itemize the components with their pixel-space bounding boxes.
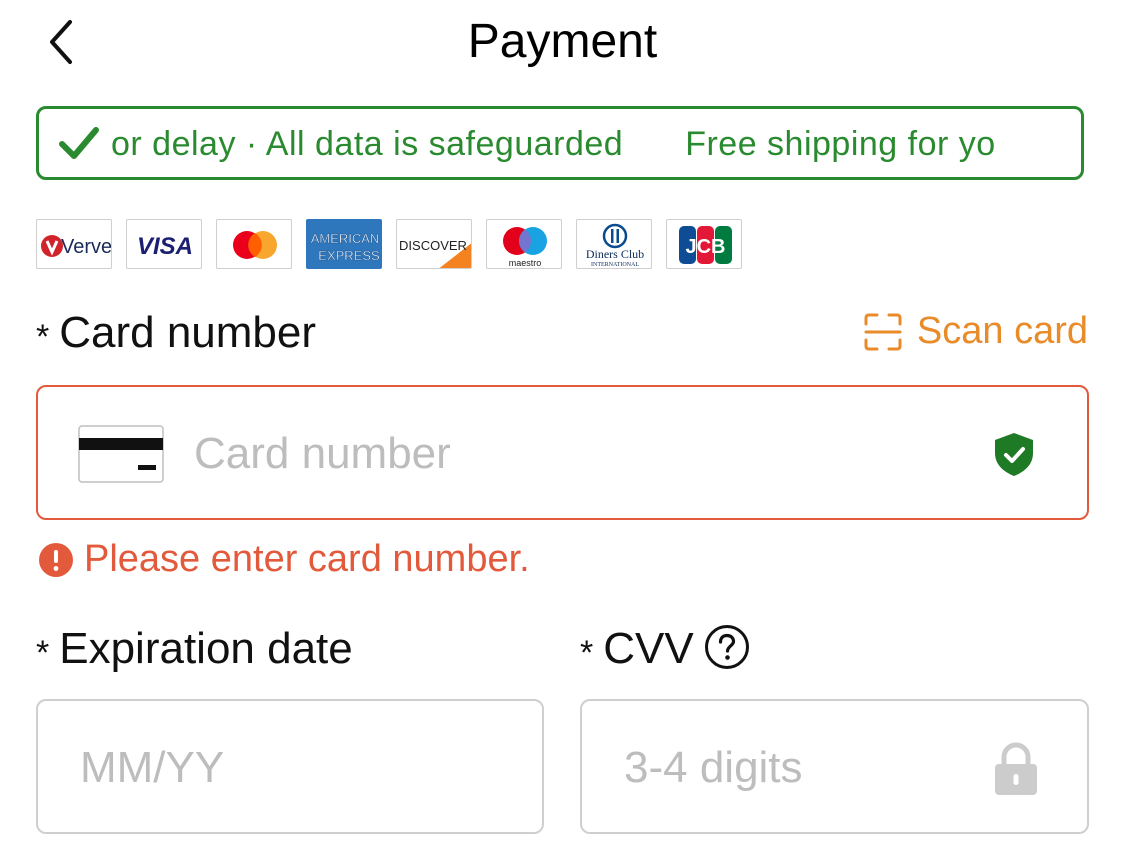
amex-logo: AMERICAN EXPRESS bbox=[306, 219, 382, 269]
verve-logo: Verve bbox=[36, 219, 112, 269]
card-number-input[interactable]: Card number bbox=[36, 385, 1089, 520]
error-message: Please enter card number. bbox=[84, 538, 530, 580]
required-mark: * bbox=[36, 317, 50, 356]
mastercard-logo bbox=[216, 219, 292, 269]
svg-text:VISA: VISA bbox=[137, 233, 193, 260]
discover-logo: DISCOVER bbox=[396, 219, 472, 269]
svg-text:INTERNATIONAL: INTERNATIONAL bbox=[591, 262, 639, 268]
diners-club-logo: Diners Club INTERNATIONAL bbox=[576, 219, 652, 269]
card-number-label: Card number bbox=[59, 308, 317, 357]
exclamation-circle-icon bbox=[39, 542, 73, 577]
expiration-placeholder: MM/YY bbox=[80, 743, 225, 792]
cvv-label-row: * CVV bbox=[580, 624, 1080, 680]
shield-check-icon bbox=[995, 433, 1033, 476]
scan-card-button[interactable]: Scan card bbox=[863, 310, 1088, 353]
question-circle-icon[interactable] bbox=[704, 624, 750, 670]
svg-text:AMERICAN: AMERICAN bbox=[311, 231, 380, 246]
cvv-input[interactable]: 3-4 digits bbox=[580, 699, 1089, 834]
scan-card-label: Scan card bbox=[916, 310, 1088, 352]
banner-text: Free shipping for yo bbox=[685, 125, 996, 163]
banner-marquee: or delay · All data is safeguarded Free s… bbox=[111, 109, 1067, 177]
required-mark: * bbox=[36, 633, 50, 672]
header: Payment bbox=[0, 0, 1125, 86]
trust-banner: or delay · All data is safeguarded Free s… bbox=[36, 106, 1084, 180]
cvv-label: CVV bbox=[603, 624, 694, 673]
svg-text:DISCOVER: DISCOVER bbox=[399, 238, 467, 253]
maestro-logo: maestro bbox=[486, 219, 562, 269]
cvv-placeholder: 3-4 digits bbox=[624, 743, 803, 792]
card-number-label-row: * Card number Scan card bbox=[36, 308, 1088, 364]
svg-text:Verve: Verve bbox=[61, 236, 112, 258]
jcb-logo: JCB bbox=[666, 219, 742, 269]
check-icon bbox=[59, 127, 99, 159]
page-title: Payment bbox=[467, 15, 658, 68]
required-mark: * bbox=[580, 633, 594, 672]
expiration-date-input[interactable]: MM/YY bbox=[36, 699, 544, 834]
svg-text:maestro: maestro bbox=[509, 258, 542, 268]
svg-text:JCB: JCB bbox=[685, 236, 725, 258]
credit-card-icon bbox=[78, 425, 164, 483]
scan-icon bbox=[864, 313, 902, 350]
visa-logo: VISA bbox=[126, 219, 202, 269]
card-number-error: Please enter card number. bbox=[38, 538, 530, 581]
card-number-placeholder: Card number bbox=[194, 429, 451, 478]
expiration-label-row: * Expiration date bbox=[36, 624, 536, 680]
banner-text: or delay · All data is safeguarded bbox=[111, 125, 624, 163]
svg-text:EXPRESS: EXPRESS bbox=[318, 248, 380, 263]
svg-text:Diners Club: Diners Club bbox=[586, 247, 644, 261]
lock-icon bbox=[995, 742, 1037, 795]
expiration-label: Expiration date bbox=[59, 624, 353, 673]
